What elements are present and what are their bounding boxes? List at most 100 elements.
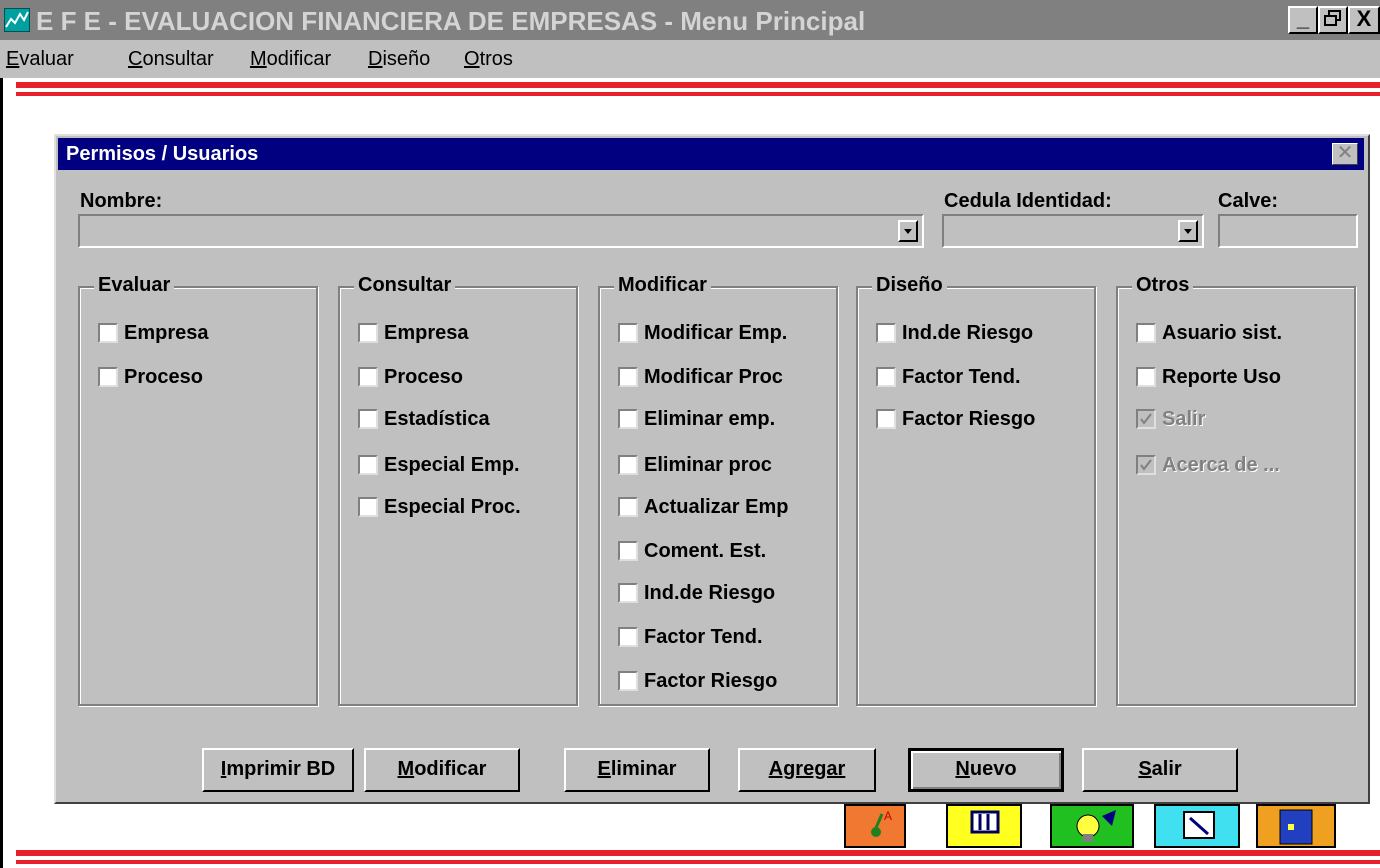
cb-label: Modificar Emp. <box>644 321 788 344</box>
clave-input[interactable] <box>1218 214 1358 248</box>
cb-eliminar-emp[interactable]: Eliminar emp. <box>618 406 775 432</box>
evaluate-icon[interactable]: A <box>844 804 906 848</box>
cb-diseno-factor-riesgo[interactable]: Factor Riesgo <box>876 406 1035 432</box>
cb-modificar-emp[interactable]: Modificar Emp. <box>618 320 787 346</box>
checkbox-icon[interactable] <box>618 627 638 647</box>
cedula-combobox[interactable] <box>942 214 1204 248</box>
modificar-button[interactable]: Modificar <box>364 748 520 792</box>
checkbox-icon[interactable] <box>618 583 638 603</box>
checkbox-icon[interactable] <box>358 497 378 517</box>
cb-acerca-de: Acerca de ... <box>1136 452 1280 478</box>
cb-coment-est[interactable]: Coment. Est. <box>618 538 766 564</box>
cb-actualizar-emp[interactable]: Actualizar Emp <box>618 494 788 520</box>
cb-reporte-uso[interactable]: Reporte Uso <box>1136 364 1281 390</box>
cb-consultar-especial-proc[interactable]: Especial Proc. <box>358 494 521 520</box>
cb-eliminar-proc[interactable]: Eliminar proc <box>618 452 772 478</box>
group-consultar: Consultar Empresa Proceso Estadística Es… <box>338 274 578 706</box>
checkbox-icon[interactable] <box>98 367 118 387</box>
cb-modificar-ind-riesgo[interactable]: Ind.de Riesgo <box>618 580 775 606</box>
cb-diseno-factor-tend[interactable]: Factor Tend. <box>876 364 1021 390</box>
checkmark-icon <box>1136 409 1156 429</box>
cb-label: Coment. Est. <box>644 539 767 562</box>
checkbox-icon[interactable] <box>876 367 896 387</box>
top-stripe-thin <box>16 92 1380 96</box>
cedula-label: Cedula Identidad: <box>944 190 1112 212</box>
cb-modificar-factor-tend[interactable]: Factor Tend. <box>618 624 763 650</box>
lightbulb-icon[interactable] <box>1050 804 1134 848</box>
imprimir-bd-button[interactable]: Imprimir BD <box>202 748 354 792</box>
cb-consultar-empresa[interactable]: Empresa <box>358 320 469 346</box>
cb-label: Factor Tend. <box>902 365 1021 388</box>
cb-label: Ind.de Riesgo <box>902 321 1034 344</box>
nuevo-button[interactable]: Nuevo <box>908 748 1064 792</box>
cb-modificar-factor-riesgo[interactable]: Factor Riesgo <box>618 668 777 694</box>
bottom-stripe <box>16 850 1380 856</box>
cb-label: Factor Tend. <box>644 625 763 648</box>
group-otros-title: Otros <box>1132 274 1194 297</box>
checkbox-icon[interactable] <box>618 497 638 517</box>
group-evaluar: Evaluar Empresa Proceso <box>78 274 318 706</box>
cb-label: Acerca de ... <box>1162 453 1280 476</box>
cb-salir: Salir <box>1136 406 1205 432</box>
menu-consultar[interactable]: Consultar <box>128 48 214 71</box>
cb-evaluar-empresa[interactable]: Empresa <box>98 320 209 346</box>
menu-otros[interactable]: Otros <box>464 48 513 71</box>
nombre-label: Nombre: <box>80 190 163 212</box>
checkbox-icon[interactable] <box>358 409 378 429</box>
cb-consultar-estadistica[interactable]: Estadística <box>358 406 490 432</box>
cb-label: Actualizar Emp <box>644 495 789 518</box>
workspace-border <box>0 78 18 868</box>
cb-evaluar-proceso[interactable]: Proceso <box>98 364 203 390</box>
group-otros: Otros Asuario sist. Reporte Uso Salir Ac… <box>1116 274 1356 706</box>
permisos-dialog: Permisos / Usuarios ✕ Nombre: Cedula Ide… <box>54 134 1370 804</box>
nombre-dropdown-icon[interactable] <box>898 220 918 242</box>
checkbox-icon[interactable] <box>618 323 638 343</box>
bottom-stripe-thin <box>16 860 1380 864</box>
checkbox-icon[interactable] <box>618 671 638 691</box>
cb-diseno-ind-riesgo[interactable]: Ind.de Riesgo <box>876 320 1033 346</box>
checkbox-icon[interactable] <box>618 455 638 475</box>
app-logo-icon[interactable] <box>4 8 30 32</box>
cb-label: Eliminar proc <box>644 453 772 476</box>
cb-asuario-sist[interactable]: Asuario sist. <box>1136 320 1282 346</box>
group-diseno-title: Diseño <box>872 274 947 297</box>
checkbox-icon[interactable] <box>98 323 118 343</box>
svg-text:A: A <box>884 809 892 823</box>
checkbox-icon[interactable] <box>618 409 638 429</box>
cb-label: Empresa <box>384 321 469 344</box>
restore-button[interactable] <box>1318 6 1348 34</box>
menu-diseno[interactable]: Diseño <box>368 48 430 71</box>
cb-label: Salir <box>1162 407 1206 430</box>
cb-consultar-especial-emp[interactable]: Especial Emp. <box>358 452 520 478</box>
checkbox-icon[interactable] <box>876 409 896 429</box>
checkbox-icon[interactable] <box>1136 323 1156 343</box>
clave-label: Calve: <box>1218 190 1279 212</box>
cedula-dropdown-icon[interactable] <box>1178 220 1198 242</box>
cb-modificar-proc[interactable]: Modificar Proc <box>618 364 783 390</box>
menu-modificar[interactable]: Modificar <box>250 48 331 71</box>
checkbox-icon[interactable] <box>358 323 378 343</box>
checkbox-icon[interactable] <box>358 367 378 387</box>
salir-button[interactable]: Salir <box>1082 748 1238 792</box>
checkbox-icon[interactable] <box>358 455 378 475</box>
eliminar-button[interactable]: Eliminar <box>564 748 710 792</box>
book-icon[interactable] <box>1256 804 1336 848</box>
checkbox-icon[interactable] <box>876 323 896 343</box>
checkbox-icon[interactable] <box>618 367 638 387</box>
app-titlebar: E F E - EVALUACION FINANCIERA DE EMPRESA… <box>0 0 1380 40</box>
agregar-button[interactable]: Agregar <box>738 748 876 792</box>
nombre-combobox[interactable] <box>78 214 924 248</box>
checkbox-icon[interactable] <box>618 541 638 561</box>
close-window-button[interactable]: X <box>1348 6 1380 34</box>
columns-icon[interactable] <box>946 804 1022 848</box>
dialog-close-button[interactable]: ✕ <box>1332 143 1358 165</box>
group-evaluar-title: Evaluar <box>94 274 175 297</box>
menu-evaluar[interactable]: Evaluar <box>6 48 74 71</box>
cb-consultar-proceso[interactable]: Proceso <box>358 364 463 390</box>
checkbox-icon[interactable] <box>1136 367 1156 387</box>
cb-label: Estadística <box>384 407 490 430</box>
minimize-button[interactable]: _ <box>1288 6 1318 34</box>
cb-label: Ind.de Riesgo <box>644 581 776 604</box>
magnify-icon[interactable] <box>1154 804 1240 848</box>
menu-bar: Evaluar Consultar Modificar Diseño Otros <box>0 40 1380 78</box>
